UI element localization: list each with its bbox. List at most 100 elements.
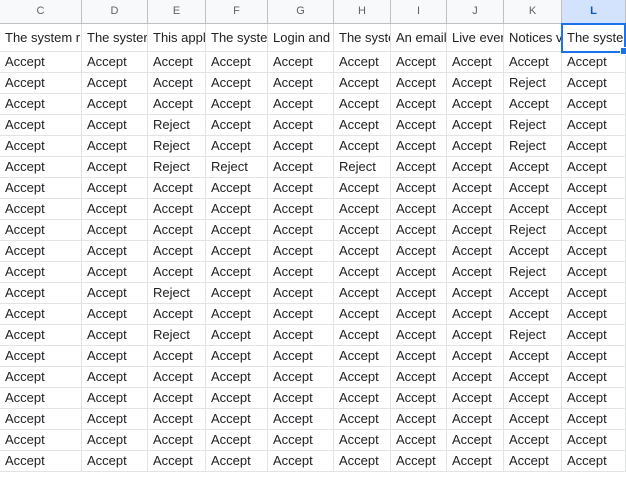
table-cell[interactable]: Accept [268, 346, 334, 367]
table-cell[interactable]: Accept [447, 52, 504, 73]
table-cell[interactable]: Accept [334, 409, 391, 430]
table-cell[interactable]: Accept [82, 73, 148, 94]
table-cell[interactable]: Accept [206, 346, 268, 367]
header-cell-e[interactable]: This appl [148, 24, 206, 52]
column-header-h[interactable]: H [334, 0, 391, 24]
table-cell[interactable]: Accept [0, 52, 82, 73]
table-cell[interactable]: Accept [447, 241, 504, 262]
table-cell[interactable]: Accept [206, 94, 268, 115]
header-cell-g[interactable]: Login and [268, 24, 334, 52]
table-cell[interactable]: Accept [334, 367, 391, 388]
table-cell[interactable]: Accept [334, 430, 391, 451]
table-cell[interactable]: Accept [268, 430, 334, 451]
table-cell[interactable]: Reject [148, 325, 206, 346]
table-cell[interactable]: Accept [0, 283, 82, 304]
table-cell[interactable]: Accept [334, 94, 391, 115]
table-cell[interactable]: Accept [82, 367, 148, 388]
table-cell[interactable]: Accept [0, 367, 82, 388]
table-cell[interactable]: Accept [334, 199, 391, 220]
column-header-g[interactable]: G [268, 0, 334, 24]
table-cell[interactable]: Accept [504, 157, 562, 178]
table-cell[interactable]: Accept [82, 94, 148, 115]
column-header-c[interactable]: C [0, 0, 82, 24]
table-cell[interactable]: Accept [268, 220, 334, 241]
column-header-f[interactable]: F [206, 0, 268, 24]
table-cell[interactable]: Accept [391, 220, 447, 241]
table-cell[interactable]: Accept [148, 220, 206, 241]
table-cell[interactable]: Accept [334, 388, 391, 409]
table-cell[interactable]: Accept [206, 178, 268, 199]
table-cell[interactable]: Accept [504, 283, 562, 304]
table-cell[interactable]: Accept [447, 304, 504, 325]
table-cell[interactable]: Accept [0, 304, 82, 325]
table-cell[interactable]: Accept [447, 367, 504, 388]
table-cell[interactable]: Accept [334, 346, 391, 367]
table-cell[interactable]: Reject [148, 283, 206, 304]
table-cell[interactable]: Accept [504, 388, 562, 409]
table-cell[interactable]: Accept [82, 136, 148, 157]
table-cell[interactable]: Reject [148, 136, 206, 157]
table-cell[interactable]: Reject [148, 157, 206, 178]
table-cell[interactable]: Accept [0, 73, 82, 94]
table-cell[interactable]: Accept [206, 262, 268, 283]
table-cell[interactable]: Accept [562, 136, 626, 157]
table-cell[interactable]: Accept [447, 199, 504, 220]
table-cell[interactable]: Accept [447, 451, 504, 472]
table-cell[interactable]: Reject [504, 220, 562, 241]
table-cell[interactable]: Accept [447, 94, 504, 115]
table-cell[interactable]: Accept [268, 52, 334, 73]
table-cell[interactable]: Accept [206, 388, 268, 409]
table-cell[interactable]: Accept [268, 136, 334, 157]
table-cell[interactable]: Accept [82, 451, 148, 472]
table-cell[interactable]: Accept [562, 304, 626, 325]
table-cell[interactable]: Accept [391, 430, 447, 451]
table-cell[interactable]: Accept [391, 157, 447, 178]
table-cell[interactable]: Accept [562, 409, 626, 430]
header-cell-l[interactable]: The syster [562, 24, 626, 52]
table-cell[interactable]: Accept [562, 52, 626, 73]
header-cell-d[interactable]: The syster [82, 24, 148, 52]
table-cell[interactable]: Accept [268, 304, 334, 325]
table-cell[interactable]: Accept [391, 115, 447, 136]
table-cell[interactable]: Accept [206, 241, 268, 262]
table-cell[interactable]: Accept [391, 451, 447, 472]
table-cell[interactable]: Accept [82, 283, 148, 304]
table-cell[interactable]: Accept [447, 325, 504, 346]
table-cell[interactable]: Accept [148, 346, 206, 367]
table-cell[interactable]: Accept [391, 94, 447, 115]
table-cell[interactable]: Accept [206, 430, 268, 451]
table-cell[interactable]: Accept [82, 220, 148, 241]
table-cell[interactable]: Accept [206, 73, 268, 94]
table-cell[interactable]: Accept [148, 52, 206, 73]
table-cell[interactable]: Reject [504, 115, 562, 136]
table-cell[interactable]: Accept [504, 451, 562, 472]
table-cell[interactable]: Accept [562, 430, 626, 451]
table-cell[interactable]: Accept [562, 220, 626, 241]
table-cell[interactable]: Accept [82, 304, 148, 325]
table-cell[interactable]: Accept [504, 409, 562, 430]
table-cell[interactable]: Accept [391, 52, 447, 73]
table-cell[interactable]: Accept [562, 199, 626, 220]
table-cell[interactable]: Accept [0, 430, 82, 451]
table-cell[interactable]: Accept [148, 388, 206, 409]
table-cell[interactable]: Accept [562, 283, 626, 304]
table-cell[interactable]: Accept [0, 199, 82, 220]
table-cell[interactable]: Reject [334, 157, 391, 178]
table-cell[interactable]: Accept [82, 199, 148, 220]
table-cell[interactable]: Accept [447, 220, 504, 241]
table-cell[interactable]: Accept [148, 94, 206, 115]
table-cell[interactable]: Accept [391, 136, 447, 157]
table-cell[interactable]: Accept [206, 283, 268, 304]
table-cell[interactable]: Accept [0, 346, 82, 367]
table-cell[interactable]: Accept [268, 388, 334, 409]
table-cell[interactable]: Accept [562, 262, 626, 283]
table-cell[interactable]: Accept [206, 52, 268, 73]
table-cell[interactable]: Accept [391, 262, 447, 283]
table-cell[interactable]: Accept [268, 115, 334, 136]
table-cell[interactable]: Accept [334, 451, 391, 472]
table-cell[interactable]: Accept [148, 199, 206, 220]
table-cell[interactable]: Accept [334, 73, 391, 94]
table-cell[interactable]: Accept [562, 73, 626, 94]
table-cell[interactable]: Accept [562, 94, 626, 115]
table-cell[interactable]: Accept [334, 52, 391, 73]
